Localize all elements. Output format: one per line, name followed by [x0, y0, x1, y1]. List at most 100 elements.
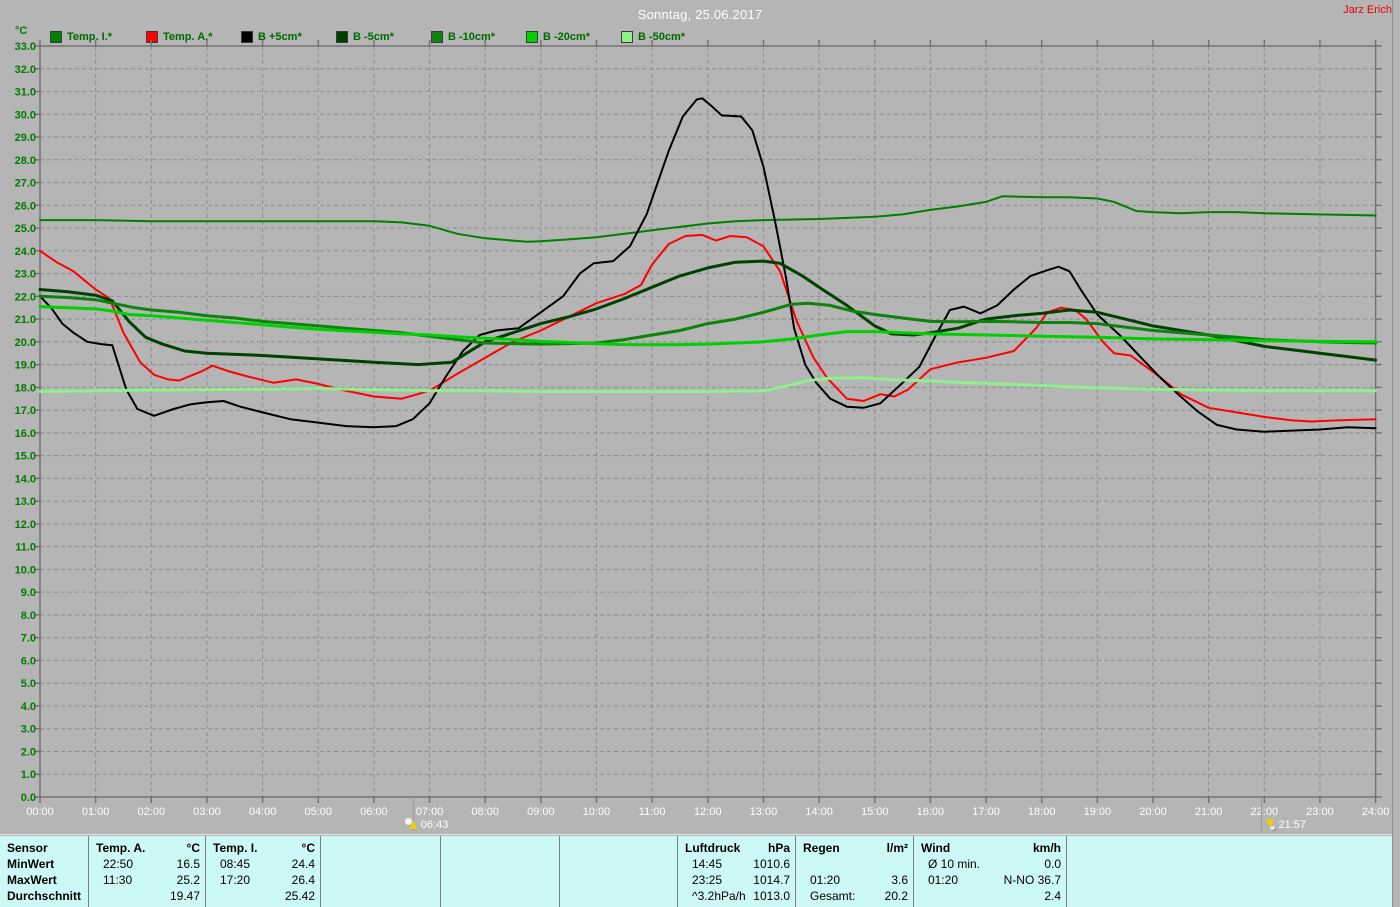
y-tick-label: 3.0	[21, 724, 36, 736]
y-tick-label: 0.0	[21, 792, 36, 804]
cell-time	[914, 888, 928, 904]
cell-value: 25.2	[176, 873, 200, 887]
cell-time: Ø 10 min.	[928, 857, 981, 871]
column-header-name	[560, 840, 567, 856]
sunset-marker: 21:57	[1263, 817, 1307, 832]
y-tick-label: 24.0	[15, 246, 36, 258]
x-tick-label: 12:00	[694, 806, 722, 818]
column-header-unit: °C	[186, 841, 200, 855]
cell-time	[321, 872, 335, 888]
cell-time	[441, 888, 455, 904]
table-row	[1067, 888, 1393, 904]
cell-value: N-NO 36.7	[1003, 873, 1061, 887]
table-row: 23:25 1014.7	[678, 872, 795, 888]
column-header-unit: l/m²	[886, 841, 908, 855]
x-tick-label: 03:00	[193, 806, 221, 818]
cell-time	[89, 888, 103, 904]
table-row: Ø 10 min. 0.0	[914, 856, 1066, 872]
cell-time	[321, 856, 335, 872]
x-tick-label: 04:00	[249, 806, 277, 818]
column-header-unit: hPa	[767, 841, 790, 855]
cell-time: 17:20	[220, 873, 251, 887]
table-row	[560, 856, 677, 872]
table-row: Gesamt: 20.2	[796, 888, 913, 904]
table-column-header	[560, 840, 677, 856]
table-row: 25.42	[206, 888, 320, 904]
column-header-name: Regen	[803, 841, 840, 855]
y-tick-label: 27.0	[15, 178, 36, 190]
table-column-sensor: Sensor MinWert MaxWert Durchschnitt	[0, 836, 88, 907]
cell-time: Gesamt:	[810, 889, 856, 903]
table-column-header: Temp. A. °C	[89, 840, 205, 856]
y-tick-label: 17.0	[15, 405, 36, 417]
y-tick-label: 33.0	[15, 41, 36, 53]
table-column-header: Wind km/h	[914, 840, 1066, 856]
y-tick-label: 4.0	[21, 701, 36, 713]
table-column: Wind km/h Ø 10 min. 0.0 01:20 N-NO 36.7 2.4	[913, 836, 1066, 907]
table-row	[796, 856, 913, 872]
cell-time: 11:30	[103, 873, 133, 887]
table-row: 22:50 16.5	[89, 856, 205, 872]
temperature-chart: 00:00 01:00 02:00 03:00 04:00 05:00 06:00 07:00…	[15, 40, 1389, 831]
y-tick-label: 30.0	[15, 109, 36, 121]
table-column: Regen l/m² 01:20 3.6 Gesamt: 20.2	[795, 836, 913, 907]
y-tick-label: 29.0	[15, 132, 36, 144]
table-row-label: Sensor	[7, 841, 48, 855]
x-tick-label: 13:00	[750, 806, 778, 818]
sunrise-marker: 06:43	[404, 817, 448, 832]
column-header-name: Temp. I.	[213, 841, 258, 855]
cell-time	[321, 888, 335, 904]
y-tick-label: 8.0	[21, 610, 36, 622]
x-tick-label: 06:00	[360, 806, 388, 818]
table-row	[321, 856, 440, 872]
table-column	[320, 836, 440, 907]
y-tick-label: 14.0	[15, 473, 36, 485]
x-tick-label: 09:00	[527, 806, 555, 818]
table-column-header: Temp. I. °C	[206, 840, 320, 856]
x-tick-label: 08:00	[471, 806, 499, 818]
x-tick-label: 19:00	[1084, 806, 1112, 818]
table-row: 11:30 25.2	[89, 872, 205, 888]
y-tick-label: 21.0	[15, 314, 36, 326]
column-header-name	[321, 840, 328, 856]
table-row: 01:20 3.6	[796, 872, 913, 888]
table-column	[1066, 836, 1393, 907]
cell-time: 08:45	[220, 857, 251, 871]
table-row: 14:45 1010.6	[678, 856, 795, 872]
table-column: Temp. A. °C 22:50 16.5 11:30 25.2 19.47	[88, 836, 205, 907]
y-tick-label: 10.0	[15, 564, 36, 576]
cell-time: ^3.2hPa/h	[692, 889, 746, 903]
cell-value: 19.47	[169, 889, 200, 903]
table-row	[1067, 872, 1393, 888]
y-tick-label: 7.0	[21, 633, 36, 645]
cell-time: 01:20	[810, 873, 841, 887]
table-column-header: Regen l/m²	[796, 840, 913, 856]
table-top-divider	[0, 834, 1393, 835]
sunset-time: 21:57	[1278, 818, 1307, 831]
cell-value: 26.4	[291, 873, 315, 887]
y-tick-label: 23.0	[15, 269, 36, 281]
table-row	[441, 856, 559, 872]
y-tick-label: 15.0	[15, 451, 36, 463]
column-header-name	[441, 840, 448, 856]
x-tick-label: 21:00	[1195, 806, 1223, 818]
x-tick-label: 23:00	[1306, 806, 1334, 818]
cell-value: 16.5	[176, 857, 200, 871]
table-column	[440, 836, 559, 907]
y-tick-label: 2.0	[21, 746, 36, 758]
table-column: Temp. I. °C 08:45 24.4 17:20 26.4 25.42	[205, 836, 320, 907]
cell-time	[441, 856, 455, 872]
cell-time	[560, 856, 574, 872]
x-tick-label: 02:00	[138, 806, 166, 818]
cell-value: 24.4	[291, 857, 315, 871]
y-tick-label: 11.0	[15, 542, 36, 554]
cell-time: 01:20	[928, 873, 959, 887]
x-tick-label: 11:00	[639, 806, 666, 818]
y-tick-label: 12.0	[15, 519, 36, 531]
table-row-label: MaxWert	[7, 873, 57, 887]
sunset-icon	[1263, 818, 1277, 831]
cell-time	[1067, 888, 1081, 904]
column-header-unit: km/h	[1032, 841, 1061, 855]
table-row: 17:20 26.4	[206, 872, 320, 888]
cell-time: 22:50	[103, 857, 134, 871]
